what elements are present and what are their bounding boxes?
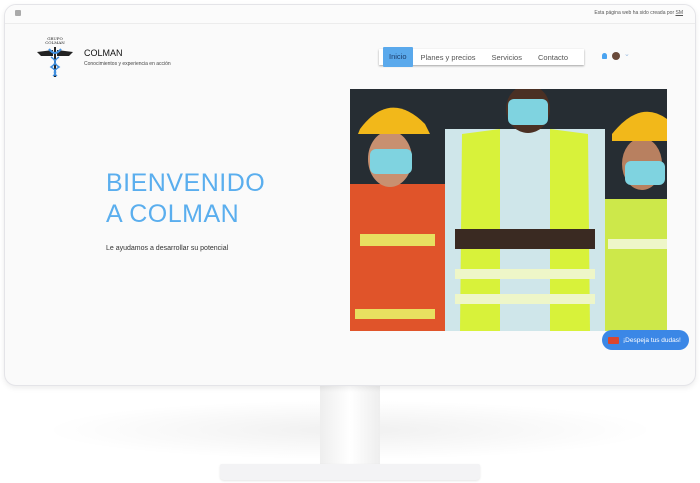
nav-item-planes[interactable]: Planes y precios [413, 53, 484, 62]
monitor-stand-neck [320, 386, 380, 466]
nav-item-contacto[interactable]: Contacto [530, 53, 576, 62]
monitor-stand-base [220, 464, 480, 480]
avatar[interactable] [612, 52, 620, 60]
favicon-icon [15, 10, 21, 16]
svg-text:COLMAN: COLMAN [45, 40, 65, 45]
main-nav: Inicio Planes y precios Servicios Contac… [379, 49, 584, 65]
chat-label: ¡Despeja tus dudas! [623, 337, 681, 344]
colman-logo[interactable]: GRUPO COLMAN [35, 35, 75, 79]
site-credit: Esta página web ha sido creada por SM [594, 10, 683, 16]
hero-title: BIENVENIDOA COLMAN [106, 168, 265, 230]
credit-text: Esta página web ha sido creada por [594, 10, 674, 16]
brand-name: COLMAN [84, 48, 123, 58]
hero-subtitle: Le ayudamos a desarrollar su potencial [106, 245, 228, 252]
hero-title-line2: A COLMAN [106, 199, 265, 230]
hero-title-line1: BIENVENIDO [106, 168, 265, 199]
chevron-down-icon[interactable]: ⌄ [624, 50, 630, 58]
chat-logo-icon [608, 337, 619, 344]
nav-item-servicios[interactable]: Servicios [484, 53, 530, 62]
hero-workers-photo [350, 89, 667, 331]
top-bar: Esta página web ha sido creada por SM [5, 5, 695, 24]
bell-icon[interactable] [602, 53, 607, 59]
nav-item-inicio[interactable]: Inicio [383, 47, 413, 67]
chat-button[interactable]: ¡Despeja tus dudas! [602, 330, 689, 350]
credit-link[interactable]: SM [676, 10, 684, 16]
brand-tagline: Conocimientos y experiencia en acción [84, 61, 171, 67]
monitor-screen: Esta página web ha sido creada por SM GR… [4, 4, 696, 386]
